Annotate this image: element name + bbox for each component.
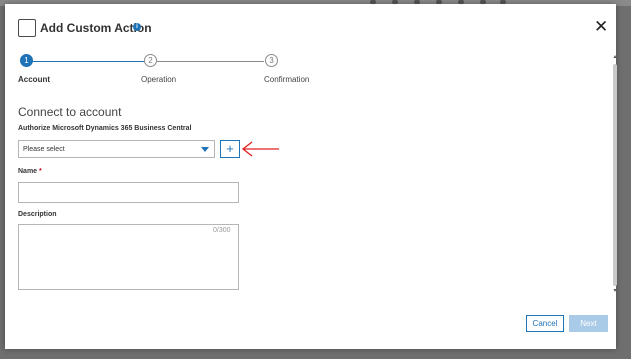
- scroll-up-icon[interactable]: ▴: [612, 54, 618, 60]
- required-asterisk: *: [39, 168, 42, 175]
- stepper-progress-line: [32, 61, 144, 62]
- step-2-label: Operation: [141, 75, 177, 84]
- close-icon[interactable]: ✕: [594, 18, 608, 35]
- description-field[interactable]: [18, 224, 239, 290]
- cancel-button[interactable]: Cancel: [526, 315, 564, 332]
- scrollbar-thumb[interactable]: [613, 64, 617, 286]
- step-3-circle: 3: [265, 54, 278, 67]
- step-1-circle: 1: [20, 54, 33, 67]
- next-button[interactable]: Next: [569, 315, 608, 332]
- character-counter: 0/300: [213, 227, 231, 234]
- step-2-circle: 2: [144, 54, 157, 67]
- info-icon[interactable]: i: [133, 23, 141, 31]
- section-title: Connect to account: [18, 105, 122, 119]
- stepper-line: [157, 61, 264, 62]
- name-label: Name *: [18, 168, 42, 175]
- scroll-down-icon[interactable]: ▾: [612, 288, 618, 294]
- step-3-label: Confirmation: [264, 75, 310, 84]
- red-arrow-annotation: [241, 141, 279, 157]
- name-field[interactable]: [18, 182, 239, 203]
- app-icon: [18, 19, 36, 37]
- add-custom-action-dialog: Add Custom Action i ✕ 1 2 3 Account Oper…: [5, 4, 618, 349]
- step-1-label: Account: [18, 75, 50, 84]
- account-label: Authorize Microsoft Dynamics 365 Busines…: [18, 125, 192, 132]
- account-select-value: Please select: [23, 146, 65, 153]
- add-account-button[interactable]: +: [220, 140, 240, 158]
- description-label: Description: [18, 211, 57, 218]
- name-label-text: Name: [18, 168, 38, 175]
- chevron-down-icon: [201, 147, 209, 152]
- account-select[interactable]: Please select: [18, 140, 215, 158]
